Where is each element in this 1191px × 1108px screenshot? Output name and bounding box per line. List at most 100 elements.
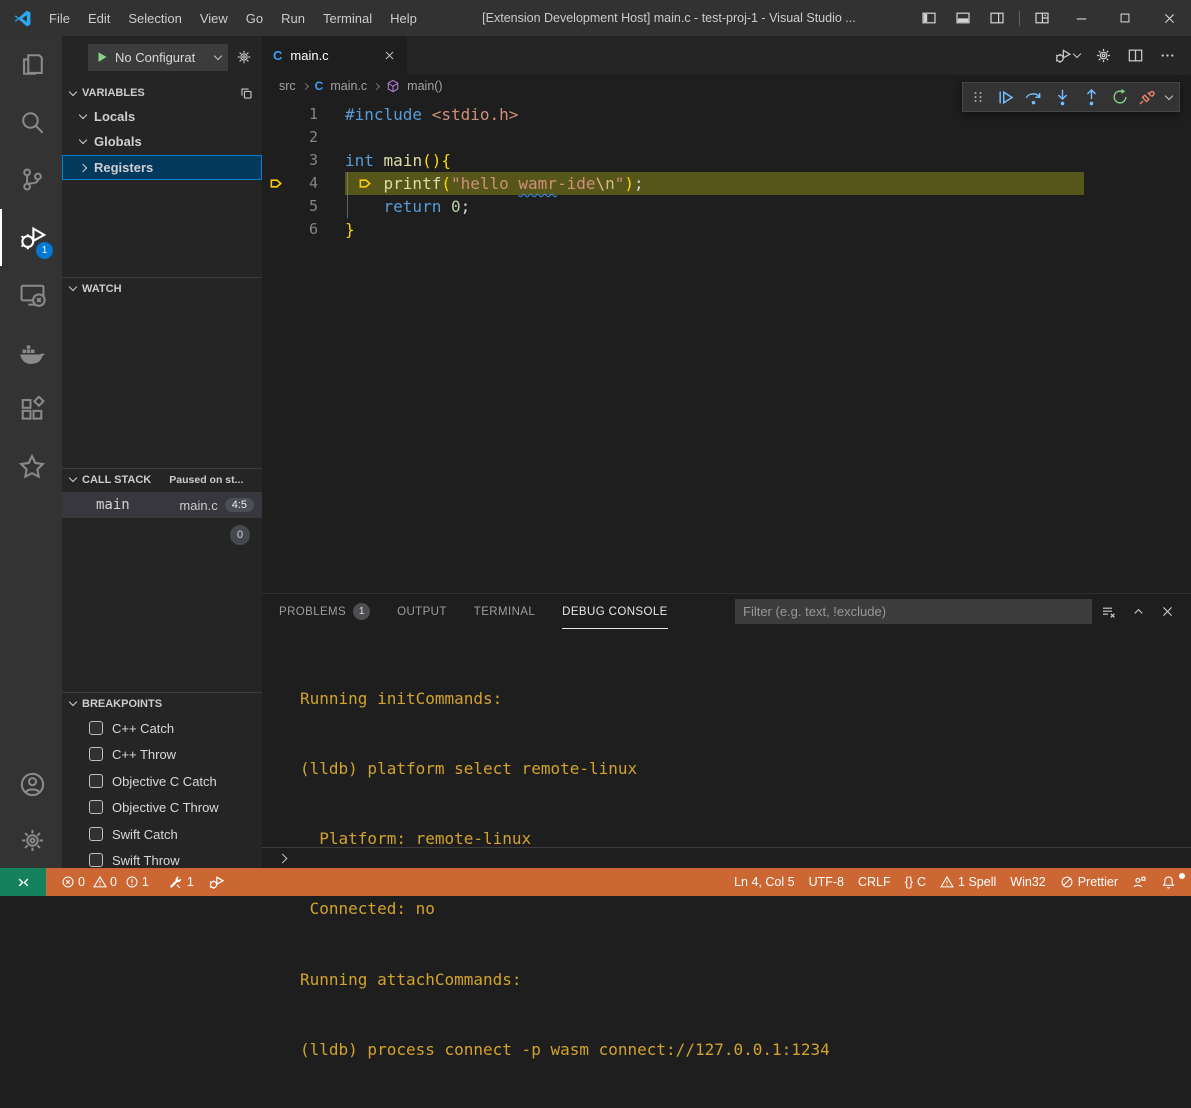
- eol-item[interactable]: CRLF: [851, 875, 898, 889]
- customize-layout-button[interactable]: [1025, 0, 1059, 36]
- checkbox-unchecked[interactable]: [89, 747, 103, 761]
- debug-stackframe-arrow-icon[interactable]: [269, 176, 284, 191]
- checkbox-unchecked[interactable]: [89, 774, 103, 788]
- menu-file[interactable]: File: [40, 0, 79, 36]
- disconnect-button[interactable]: [1138, 88, 1156, 106]
- tab-debug-console[interactable]: DEBUG CONSOLE: [562, 594, 668, 629]
- checkbox-unchecked[interactable]: [89, 721, 103, 735]
- maximize-button[interactable]: [1103, 0, 1147, 36]
- activity-remote-explorer[interactable]: [0, 266, 62, 324]
- toolbar-drag-handle[interactable]: [970, 89, 986, 105]
- tab-output[interactable]: OUTPUT: [397, 594, 447, 629]
- variables-scope-globals[interactable]: Globals: [62, 129, 262, 154]
- notifications-item[interactable]: [1154, 875, 1183, 890]
- activity-favorites[interactable]: [0, 439, 62, 497]
- toggle-panel-button[interactable]: [946, 0, 980, 36]
- settings-gear-icon[interactable]: [1095, 47, 1112, 64]
- watch-section-header[interactable]: WATCH: [62, 277, 262, 299]
- launch-configuration-dropdown[interactable]: No Configurat: [88, 44, 228, 71]
- feedback-item[interactable]: [1125, 875, 1154, 890]
- variables-scope-registers[interactable]: Registers: [62, 155, 262, 180]
- activity-run-and-debug[interactable]: 1: [0, 209, 62, 267]
- toggle-secondary-sidebar-button[interactable]: [980, 0, 1014, 36]
- bell-icon: [1161, 875, 1176, 890]
- activity-explorer[interactable]: [0, 36, 62, 94]
- clear-console-icon[interactable]: [1101, 604, 1117, 620]
- copy-value-icon[interactable]: [239, 86, 254, 101]
- remote-indicator[interactable]: [0, 868, 46, 896]
- spell-checker-item[interactable]: 1 Spell: [933, 875, 1003, 889]
- disconnect-plug-icon: [1138, 88, 1156, 106]
- menu-help[interactable]: Help: [381, 0, 426, 36]
- stack-frame-row[interactable]: main main.c 4:5: [62, 492, 262, 518]
- checkbox-unchecked[interactable]: [89, 827, 103, 841]
- variables-scope-locals[interactable]: Locals: [62, 104, 262, 129]
- restart-button[interactable]: [1111, 88, 1129, 106]
- breakpoint-swift-throw[interactable]: Swift Throw: [62, 848, 262, 868]
- split-editor-icon[interactable]: [1127, 47, 1144, 64]
- chevron-down-icon[interactable]: [1165, 91, 1173, 99]
- warning-icon: [93, 875, 107, 889]
- code-line: 6 }: [262, 218, 1191, 241]
- breakpoint-cpp-catch[interactable]: C++ Catch: [62, 716, 262, 740]
- debug-console-filter-input[interactable]: [735, 599, 1092, 624]
- run-or-debug-button[interactable]: [1054, 47, 1080, 64]
- encoding-item[interactable]: UTF-8: [802, 875, 851, 889]
- menu-view[interactable]: View: [191, 0, 237, 36]
- close-panel-icon[interactable]: [1160, 604, 1175, 619]
- breakpoint-swift-catch[interactable]: Swift Catch: [62, 822, 262, 846]
- language-mode-item[interactable]: {} C: [898, 875, 933, 889]
- activity-docker[interactable]: [0, 324, 62, 382]
- problems-status-item[interactable]: 0 0 1: [54, 868, 161, 896]
- tools-status-item[interactable]: 1: [161, 868, 201, 896]
- debug-status-item[interactable]: [201, 868, 231, 896]
- step-into-button[interactable]: [1053, 88, 1072, 107]
- debug-console-input[interactable]: [262, 847, 1191, 868]
- activity-settings[interactable]: [0, 812, 62, 868]
- menu-selection[interactable]: Selection: [119, 0, 190, 36]
- checkbox-unchecked[interactable]: [89, 800, 103, 814]
- checkbox-unchecked[interactable]: [89, 853, 103, 867]
- debug-toolbar[interactable]: [962, 82, 1180, 112]
- docker-whale-icon: [18, 338, 46, 366]
- chevron-down-icon: [214, 51, 222, 59]
- launch-settings-gear-icon[interactable]: [236, 49, 252, 65]
- minimize-button[interactable]: [1059, 0, 1103, 36]
- continue-button[interactable]: [996, 88, 1015, 107]
- breakpoint-cpp-throw[interactable]: C++ Throw: [62, 742, 262, 766]
- code-editor[interactable]: 1 #include <stdio.h> 2 3 int main(){ 4 p…: [262, 97, 1191, 593]
- line-number: 5: [262, 195, 318, 218]
- close-tab-icon[interactable]: [383, 49, 396, 62]
- step-over-button[interactable]: [1024, 88, 1043, 107]
- tab-main-c[interactable]: C main.c: [262, 36, 407, 75]
- cursor-position-item[interactable]: Ln 4, Col 5: [727, 875, 801, 889]
- breakpoints-section-header[interactable]: BREAKPOINTS: [62, 692, 262, 714]
- code-line-current: 4 printf("hello wamr-ide\n");: [262, 172, 1191, 195]
- tab-problems[interactable]: PROBLEMS 1: [279, 594, 370, 629]
- variables-title: VARIABLES: [82, 87, 145, 99]
- platform-item[interactable]: Win32: [1003, 875, 1052, 889]
- breadcrumb-symbol[interactable]: main(): [407, 79, 442, 93]
- activity-extensions[interactable]: [0, 381, 62, 439]
- close-window-button[interactable]: [1147, 0, 1191, 36]
- variables-section-header[interactable]: VARIABLES: [62, 82, 262, 104]
- breakpoint-objc-catch[interactable]: Objective C Catch: [62, 769, 262, 793]
- more-actions-icon[interactable]: [1159, 47, 1176, 64]
- activity-source-control[interactable]: [0, 151, 62, 209]
- formatter-item[interactable]: Prettier: [1053, 875, 1125, 889]
- breakpoint-objc-throw[interactable]: Objective C Throw: [62, 795, 262, 819]
- step-out-button[interactable]: [1082, 88, 1101, 107]
- error-icon: [61, 875, 75, 889]
- toggle-sidebar-button[interactable]: [912, 0, 946, 36]
- breadcrumb-file[interactable]: main.c: [330, 79, 367, 93]
- maximize-panel-chevron-up-icon[interactable]: [1131, 604, 1146, 619]
- menu-edit[interactable]: Edit: [79, 0, 119, 36]
- tab-terminal[interactable]: TERMINAL: [474, 594, 535, 629]
- breadcrumb-folder[interactable]: src: [279, 79, 296, 93]
- menu-terminal[interactable]: Terminal: [314, 0, 381, 36]
- call-stack-section-header[interactable]: CALL STACK Paused on st...: [62, 468, 262, 490]
- activity-accounts[interactable]: [0, 756, 62, 812]
- activity-search[interactable]: [0, 94, 62, 152]
- menu-go[interactable]: Go: [237, 0, 272, 36]
- menu-run[interactable]: Run: [272, 0, 314, 36]
